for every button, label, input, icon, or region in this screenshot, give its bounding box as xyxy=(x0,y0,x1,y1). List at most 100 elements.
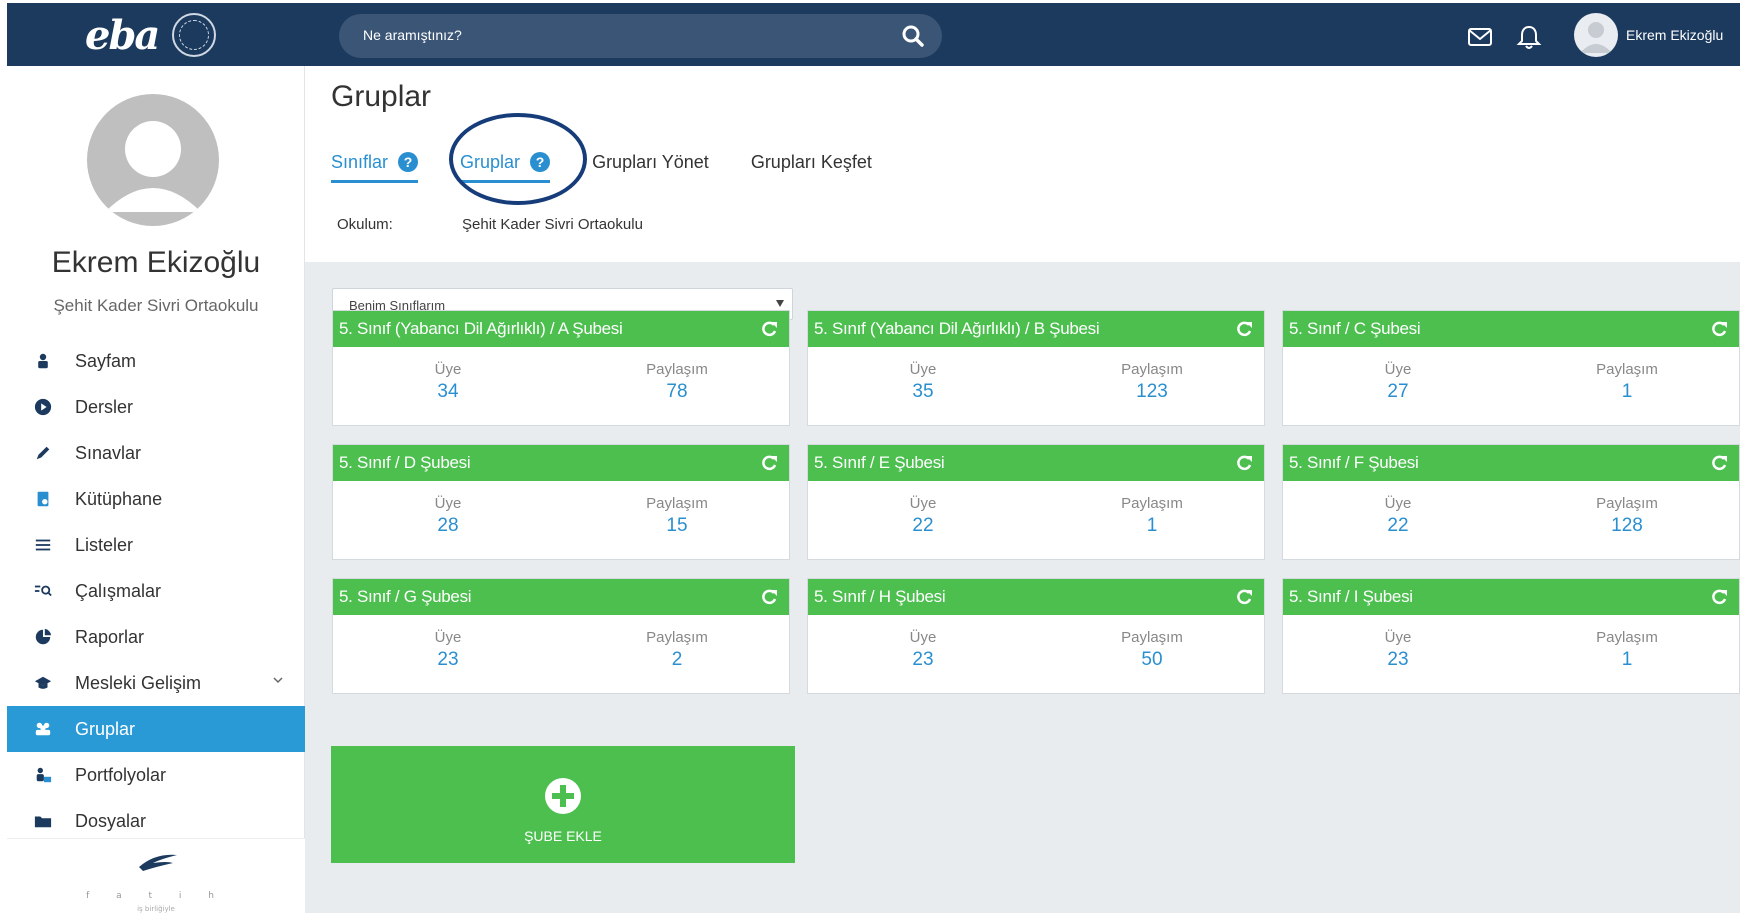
sidebar-item-label: Gruplar xyxy=(75,718,136,739)
members-stat: Üye 23 xyxy=(1338,629,1458,671)
group-card[interactable]: 5. Sınıf / H Şubesi Üye 23 Paylaşım 50 xyxy=(807,578,1265,694)
members-label: Üye xyxy=(434,495,462,512)
shares-label: Paylaşım xyxy=(1121,629,1183,646)
profile-avatar[interactable] xyxy=(87,94,219,226)
bell-icon[interactable] xyxy=(1515,23,1543,51)
shares-stat: Paylaşım 123 xyxy=(1092,361,1212,403)
search-bar[interactable]: Ne aramıştınız? xyxy=(339,14,942,58)
shares-stat: Paylaşım 1 xyxy=(1567,361,1687,403)
sidebar-item-label: Dosyalar xyxy=(75,810,147,831)
refresh-icon[interactable] xyxy=(1709,587,1729,607)
highlight-annotation xyxy=(449,113,587,205)
sidebar-item-calismalar[interactable]: Çalışmalar xyxy=(7,568,305,614)
refresh-icon[interactable] xyxy=(1709,453,1729,473)
default-user-icon xyxy=(105,121,201,212)
shares-stat: Paylaşım 15 xyxy=(617,495,737,537)
shares-count: 128 xyxy=(1611,515,1643,536)
shares-label: Paylaşım xyxy=(1596,629,1658,646)
card-title[interactable]: 5. Sınıf / C Şubesi xyxy=(1289,319,1421,339)
members-stat: Üye 22 xyxy=(863,495,983,537)
card-title[interactable]: 5. Sınıf / H Şubesi xyxy=(814,587,946,607)
card-title[interactable]: 5. Sınıf / F Şubesi xyxy=(1289,453,1419,473)
play-circle-icon xyxy=(33,397,53,417)
card-title[interactable]: 5. Sınıf / I Şubesi xyxy=(1289,587,1413,607)
sidebar-item-portfolyolar[interactable]: Portfolyolar xyxy=(7,752,305,798)
sidebar-item-mesleki-gelisim[interactable]: Mesleki Gelişim xyxy=(7,660,305,706)
members-label: Üye xyxy=(1384,495,1412,512)
mail-icon[interactable] xyxy=(1466,23,1494,51)
eba-logo[interactable]: eba xyxy=(85,11,217,59)
refresh-icon[interactable] xyxy=(1234,587,1254,607)
search-input[interactable]: Ne aramıştınız? xyxy=(363,27,462,43)
group-card[interactable]: 5. Sınıf / F Şubesi Üye 22 Paylaşım 128 xyxy=(1282,444,1740,560)
group-card[interactable]: 5. Sınıf / G Şubesi Üye 23 Paylaşım 2 xyxy=(332,578,790,694)
sidebar-item-label: Kütüphane xyxy=(75,488,163,509)
add-branch-label: ŞUBE EKLE xyxy=(524,828,602,844)
group-card[interactable]: 5. Sınıf / C Şubesi Üye 27 Paylaşım 1 xyxy=(1282,310,1740,426)
tab-label: Sınıflar xyxy=(331,151,389,172)
logo-text: eba xyxy=(85,11,160,59)
user-name[interactable]: Ekrem Ekizoğlu xyxy=(1626,27,1723,43)
group-card[interactable]: 5. Sınıf / D Şubesi Üye 28 Paylaşım 15 xyxy=(332,444,790,560)
members-count: 34 xyxy=(437,381,459,402)
sidebar-item-raporlar[interactable]: Raporlar xyxy=(7,614,305,660)
shares-label: Paylaşım xyxy=(646,495,708,512)
app-window: eba Ne aramıştınız? Ekrem Ekizoğlu Ekrem… xyxy=(0,0,1748,913)
group-card[interactable]: 5. Sınıf / I Şubesi Üye 23 Paylaşım 1 xyxy=(1282,578,1740,694)
members-count: 22 xyxy=(912,515,934,536)
user-avatar[interactable] xyxy=(1574,13,1618,57)
add-branch-button[interactable]: ŞUBE EKLE xyxy=(331,746,795,863)
refresh-icon[interactable] xyxy=(759,453,779,473)
group-icon xyxy=(33,719,53,739)
sidebar-item-sinavlar[interactable]: Sınavlar xyxy=(7,430,305,476)
person-icon xyxy=(33,351,53,371)
group-card[interactable]: 5. Sınıf / E Şubesi Üye 22 Paylaşım 1 xyxy=(807,444,1265,560)
search-icon[interactable] xyxy=(900,23,926,49)
shares-count: 1 xyxy=(1621,381,1633,402)
shares-stat: Paylaşım 78 xyxy=(617,361,737,403)
school-row: Okulum: Şehit Kader Sivri Ortaokulu xyxy=(337,216,643,233)
shares-label: Paylaşım xyxy=(1121,495,1183,512)
group-card[interactable]: 5. Sınıf (Yabancı Dil Ağırlıklı) / A Şub… xyxy=(332,310,790,426)
card-title[interactable]: 5. Sınıf (Yabancı Dil Ağırlıklı) / B Şub… xyxy=(814,319,1100,339)
members-stat: Üye 28 xyxy=(388,495,508,537)
fatih-logo-text: f a t i h xyxy=(86,891,226,901)
profile-school: Şehit Kader Sivri Ortaokulu xyxy=(53,296,259,315)
fatih-logo-icon xyxy=(139,854,177,871)
shares-label: Paylaşım xyxy=(1596,495,1658,512)
shares-stat: Paylaşım 128 xyxy=(1567,495,1687,537)
sidebar-item-label: Portfolyolar xyxy=(75,764,167,785)
card-title[interactable]: 5. Sınıf / D Şubesi xyxy=(339,453,471,473)
members-count: 23 xyxy=(437,649,459,670)
tab-siniflar[interactable]: Sınıflar ? xyxy=(331,146,419,183)
sidebar-item-label: Sayfam xyxy=(75,350,137,371)
card-title[interactable]: 5. Sınıf / G Şubesi xyxy=(339,587,472,607)
shares-stat: Paylaşım 1 xyxy=(1567,629,1687,671)
ministry-seal-icon xyxy=(172,13,217,57)
sidebar-item-dersler[interactable]: Dersler xyxy=(7,384,305,430)
group-card[interactable]: 5. Sınıf (Yabancı Dil Ağırlıklı) / B Şub… xyxy=(807,310,1265,426)
help-icon[interactable]: ? xyxy=(398,152,419,172)
tab-gruplari-kesfet[interactable]: Grupları Keşfet xyxy=(751,146,872,178)
refresh-icon[interactable] xyxy=(1234,453,1254,473)
refresh-icon[interactable] xyxy=(759,587,779,607)
members-count: 28 xyxy=(437,515,459,536)
fatih-logo: f a t i h iş birliğiyle xyxy=(7,838,305,913)
card-title[interactable]: 5. Sınıf (Yabancı Dil Ağırlıklı) / A Şub… xyxy=(339,319,623,339)
tab-gruplari-yonet[interactable]: Grupları Yönet xyxy=(592,146,709,178)
card-title[interactable]: 5. Sınıf / E Şubesi xyxy=(814,453,945,473)
refresh-icon[interactable] xyxy=(759,319,779,339)
refresh-icon[interactable] xyxy=(1234,319,1254,339)
refresh-icon[interactable] xyxy=(1709,319,1729,339)
sidebar-item-listeler[interactable]: Listeler xyxy=(7,522,305,568)
page-title: Gruplar xyxy=(331,80,432,113)
members-stat: Üye 23 xyxy=(863,629,983,671)
sidebar-item-gruplar[interactable]: Gruplar xyxy=(7,706,305,752)
card-header: 5. Sınıf (Yabancı Dil Ağırlıklı) / A Şub… xyxy=(333,311,789,347)
sidebar-item-kutuphane[interactable]: Kütüphane xyxy=(7,476,305,522)
sidebar-item-label: Dersler xyxy=(75,396,134,417)
chevron-down-icon[interactable] xyxy=(271,673,285,687)
members-label: Üye xyxy=(909,361,937,378)
sidebar-item-sayfam[interactable]: Sayfam xyxy=(7,338,305,384)
shares-stat: Paylaşım 2 xyxy=(617,629,737,671)
